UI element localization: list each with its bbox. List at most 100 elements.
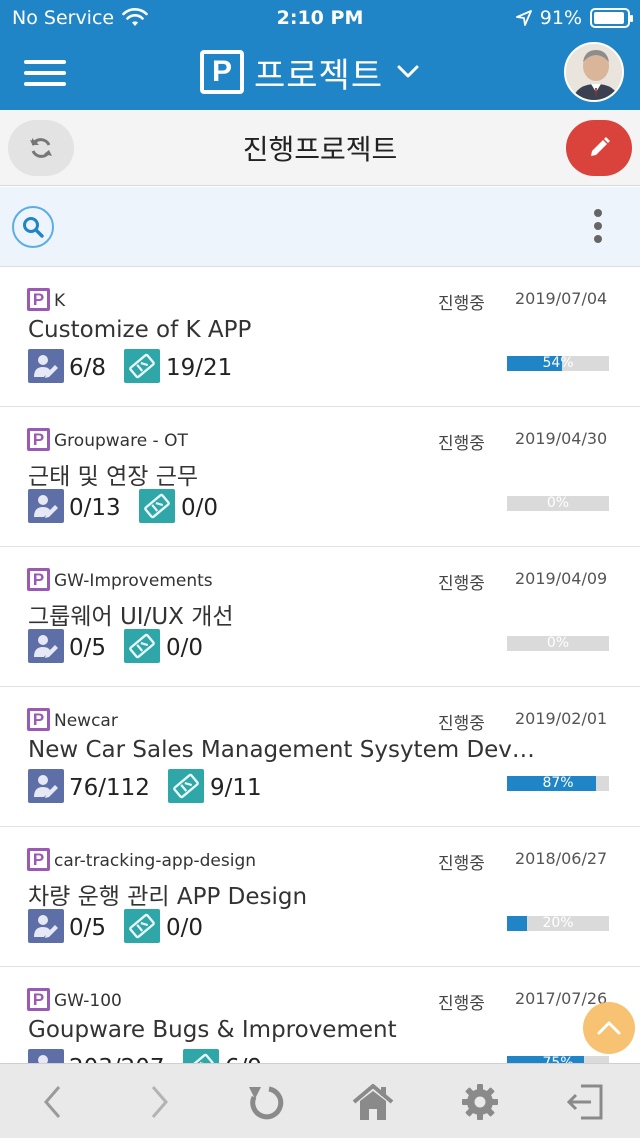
project-date: 2018/06/27 xyxy=(515,849,608,868)
project-code: Groupware - OT xyxy=(54,431,188,451)
search-icon xyxy=(23,217,44,238)
subheader: 진행프로젝트 xyxy=(0,110,640,186)
project-item[interactable]: P car-tracking-app-design 진행중 2018/06/27… xyxy=(0,827,640,967)
ticket-icon xyxy=(129,913,155,939)
logout-icon xyxy=(566,1084,603,1120)
reload-icon xyxy=(249,1086,284,1120)
project-code: car-tracking-app-design xyxy=(54,851,257,871)
battery-percent: 91% xyxy=(539,7,582,29)
progress-bar: 0% xyxy=(507,495,609,511)
member-icon xyxy=(28,1049,64,1063)
member-count: 0/5 xyxy=(69,915,107,941)
user-edit-icon xyxy=(34,915,58,938)
member-count: 0/13 xyxy=(69,495,121,521)
task-icon xyxy=(124,629,160,663)
member-count: 6/8 xyxy=(69,355,107,381)
chevron-right-icon xyxy=(151,1086,168,1118)
project-date: 2019/04/30 xyxy=(515,429,608,448)
project-icon: P xyxy=(27,568,50,591)
task-icon xyxy=(183,1049,219,1063)
member-icon xyxy=(28,629,64,663)
project-icon: P xyxy=(27,708,50,731)
project-list: P K 진행중 2019/07/04 Customize of K APP 6/… xyxy=(0,267,640,1063)
member-icon xyxy=(28,349,64,383)
search-button[interactable] xyxy=(12,206,54,248)
project-date: 2019/02/01 xyxy=(515,709,608,728)
chevron-down-icon xyxy=(397,65,419,78)
logout-button[interactable] xyxy=(563,1079,609,1125)
project-item[interactable]: P Newcar 진행중 2019/02/01 New Car Sales Ma… xyxy=(0,687,640,827)
battery-icon xyxy=(590,8,633,28)
project-item[interactable]: P GW-100 진행중 2017/07/26 Goupware Bugs & … xyxy=(0,967,640,1063)
task-count: 19/21 xyxy=(166,355,233,381)
user-avatar-icon xyxy=(566,44,622,100)
settings-button[interactable] xyxy=(457,1079,503,1125)
progress-bar: 20% xyxy=(507,915,609,931)
reload-button[interactable] xyxy=(243,1079,289,1125)
project-icon: P xyxy=(27,428,50,451)
project-name: 차량 운행 관리 APP Design xyxy=(28,884,308,910)
project-name: Customize of K APP xyxy=(28,317,252,343)
forward-button[interactable] xyxy=(136,1079,182,1125)
progress-bar: 75% xyxy=(507,1055,609,1063)
progress-bar: 87% xyxy=(507,775,609,791)
bottom-toolbar xyxy=(0,1063,640,1138)
page-title: 진행프로젝트 xyxy=(242,133,398,166)
user-edit-icon xyxy=(34,635,58,658)
progress-bar: 0% xyxy=(507,635,609,651)
member-icon xyxy=(28,769,64,803)
project-item[interactable]: P K 진행중 2019/07/04 Customize of K APP 6/… xyxy=(0,267,640,407)
task-count: 6/9 xyxy=(225,1055,262,1063)
project-logo-icon: P xyxy=(200,50,244,94)
user-edit-icon xyxy=(34,775,58,798)
hamburger-icon[interactable] xyxy=(24,60,66,86)
project-name: Goupware Bugs & Improvement xyxy=(28,1017,397,1043)
location-arrow-icon xyxy=(515,10,532,26)
member-icon xyxy=(28,489,64,523)
project-code: K xyxy=(54,291,66,311)
back-button[interactable] xyxy=(30,1079,76,1125)
ticket-icon xyxy=(144,493,170,519)
home-button[interactable] xyxy=(350,1079,396,1125)
more-vertical-icon[interactable] xyxy=(588,209,608,245)
task-count: 0/0 xyxy=(166,915,204,941)
progress-label: 0% xyxy=(546,635,570,651)
progress-label: 54% xyxy=(542,355,574,371)
task-icon xyxy=(124,909,160,943)
pencil-icon xyxy=(591,137,610,156)
project-name: 그룹웨어 UI/UX 개선 xyxy=(28,604,234,630)
project-date: 2019/04/09 xyxy=(515,569,608,588)
gear-icon xyxy=(462,1084,498,1120)
app-title: 프로젝트 xyxy=(254,55,384,96)
task-count: 0/0 xyxy=(181,495,219,521)
user-edit-icon xyxy=(34,355,58,378)
user-edit-icon xyxy=(34,495,58,518)
status-bar: No Service 2:10 PM 91% xyxy=(0,0,640,36)
avatar[interactable] xyxy=(564,42,624,102)
project-code: GW-100 xyxy=(54,991,122,1011)
project-item[interactable]: P GW-Improvements 진행중 2019/04/09 그룹웨어 UI… xyxy=(0,547,640,687)
project-code: Newcar xyxy=(54,711,118,731)
app-title-dropdown[interactable]: P 프로젝트 xyxy=(200,50,419,96)
project-icon: P xyxy=(27,988,50,1011)
project-icon: P xyxy=(27,848,50,871)
project-date: 2017/07/26 xyxy=(515,989,608,1008)
top-bar: No Service 2:10 PM 91% P 프로젝트 xyxy=(0,0,640,110)
scroll-top-button[interactable] xyxy=(583,1002,635,1054)
edit-button[interactable] xyxy=(566,120,632,176)
project-icon: P xyxy=(27,288,50,311)
project-date: 2019/07/04 xyxy=(515,289,608,308)
member-count: 0/5 xyxy=(69,635,107,661)
progress-label: 20% xyxy=(542,915,574,931)
progress-bar: 54% xyxy=(507,355,609,371)
ticket-icon xyxy=(188,1053,214,1063)
project-item[interactable]: P Groupware - OT 진행중 2019/04/30 근태 및 연장 … xyxy=(0,407,640,547)
ticket-icon xyxy=(129,633,155,659)
member-count: 76/112 xyxy=(69,775,150,801)
home-icon xyxy=(352,1084,394,1120)
ticket-icon xyxy=(173,773,199,799)
task-count: 0/0 xyxy=(166,635,204,661)
task-icon xyxy=(168,769,204,803)
progress-label: 87% xyxy=(542,775,574,791)
chevron-up-icon xyxy=(597,1021,621,1035)
